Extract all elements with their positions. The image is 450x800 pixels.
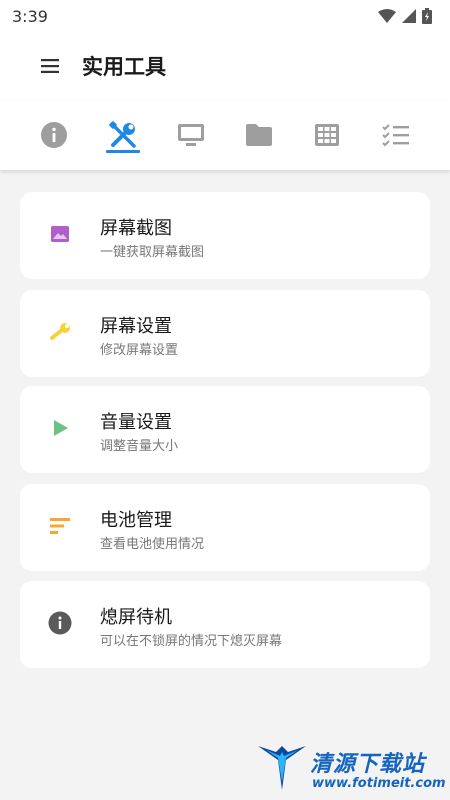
image-icon	[48, 222, 72, 246]
grid-icon	[315, 124, 339, 146]
page-title: 实用工具	[82, 55, 166, 79]
item-title: 屏幕截图	[100, 218, 172, 239]
status-bar: 3:39	[0, 0, 450, 32]
tab-folder[interactable]	[225, 100, 293, 170]
info-icon	[41, 122, 67, 148]
watermark-brand: 清源下载站	[310, 752, 426, 777]
status-time: 3:39	[12, 6, 48, 26]
battery-icon	[422, 8, 432, 24]
list-item-battery[interactable]: 电池管理 查看电池使用情况	[20, 484, 430, 571]
app-bar: 实用工具	[0, 32, 450, 100]
item-title: 熄屏待机	[100, 607, 172, 628]
list-item-volume-settings[interactable]: 音量设置 调整音量大小	[20, 386, 430, 473]
checklist-icon	[382, 124, 409, 147]
item-subtitle: 修改屏幕设置	[100, 343, 179, 358]
watermark-url: www.fotimeit.com	[312, 776, 446, 791]
menu-button[interactable]	[40, 56, 60, 76]
info-icon	[48, 611, 72, 635]
item-subtitle: 可以在不锁屏的情况下熄灭屏幕	[100, 634, 283, 649]
tab-info[interactable]	[20, 100, 88, 170]
tools-icon	[109, 121, 136, 148]
monitor-icon	[178, 124, 204, 146]
item-title: 屏幕设置	[100, 316, 172, 337]
tab-monitor[interactable]	[157, 100, 225, 170]
item-title: 音量设置	[100, 412, 172, 433]
tab-bar	[0, 100, 450, 170]
list-item-screen-settings[interactable]: 屏幕设置 修改屏幕设置	[20, 290, 430, 377]
item-subtitle: 一键获取屏幕截图	[100, 245, 205, 260]
tab-grid[interactable]	[293, 100, 361, 170]
tab-tools[interactable]	[89, 100, 157, 170]
tab-checklist[interactable]	[362, 100, 430, 170]
wrench-icon	[48, 320, 72, 344]
menu-icon	[41, 59, 59, 73]
item-subtitle: 查看电池使用情况	[100, 537, 205, 552]
watermark: 清源下载站 www.fotimeit.com	[256, 742, 446, 798]
item-title: 电池管理	[100, 510, 172, 531]
item-subtitle: 调整音量大小	[100, 439, 179, 454]
tab-indicator	[106, 150, 140, 153]
wifi-icon	[378, 9, 396, 23]
play-icon	[48, 416, 72, 440]
folder-icon	[246, 124, 272, 146]
signal-icon	[402, 9, 416, 23]
list-item-screen-off[interactable]: 熄屏待机 可以在不锁屏的情况下熄灭屏幕	[20, 581, 430, 668]
status-icons	[378, 8, 432, 24]
sort-icon	[48, 514, 72, 538]
watermark-logo	[258, 746, 306, 790]
list-item-screenshot[interactable]: 屏幕截图 一键获取屏幕截图	[20, 192, 430, 279]
